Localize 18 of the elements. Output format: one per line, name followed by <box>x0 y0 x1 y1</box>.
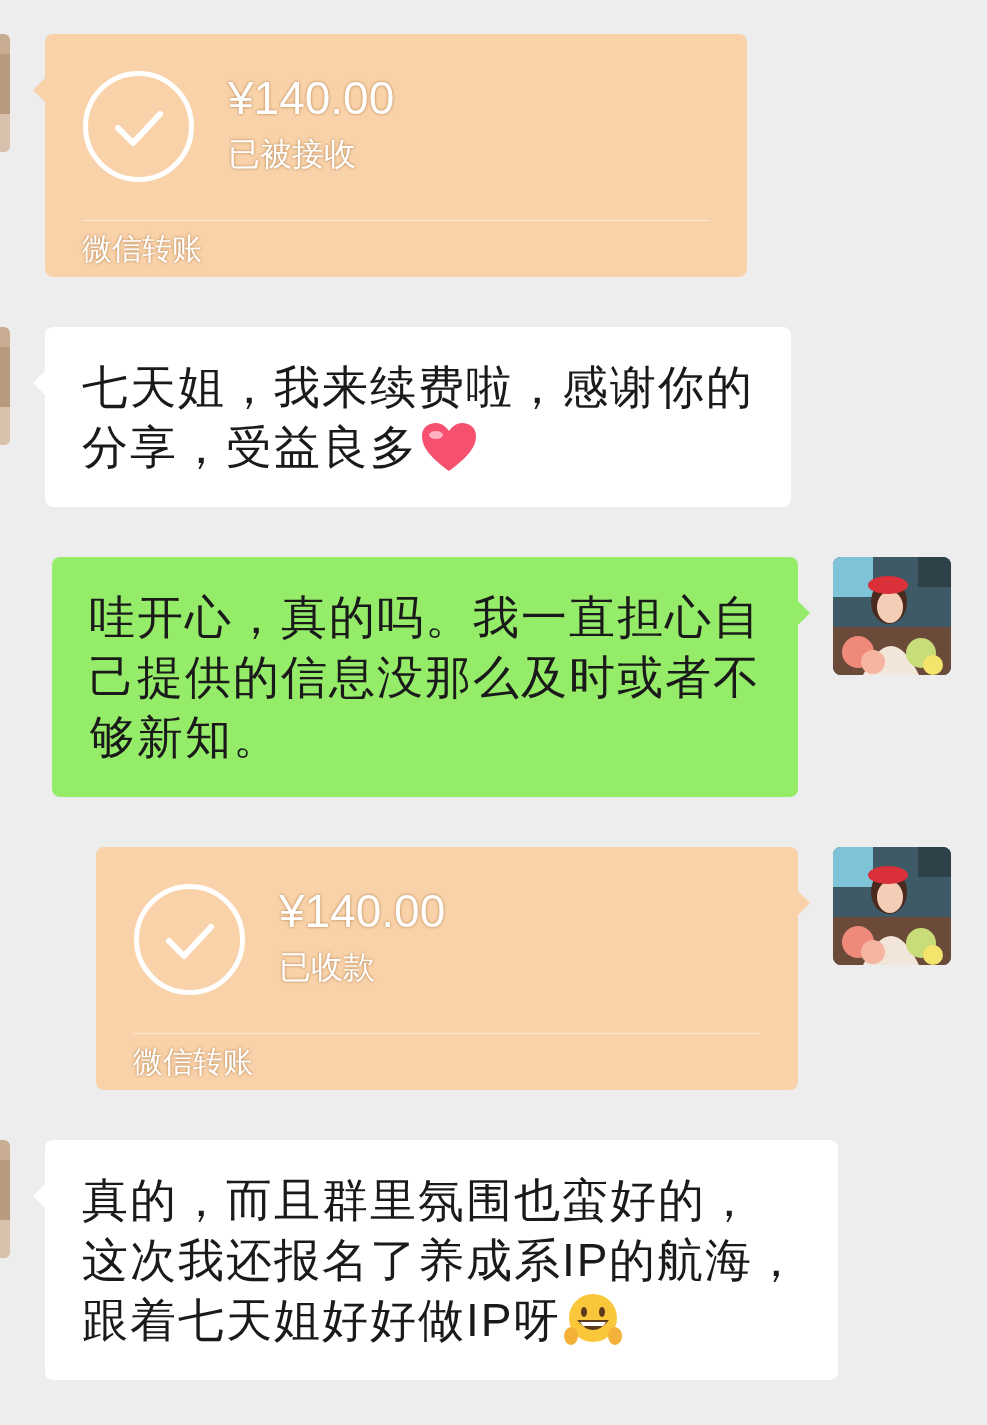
check-circle-icon <box>82 70 195 183</box>
message-text: 分享，受益良多 <box>82 420 418 475</box>
transfer-card[interactable]: ¥140.00 已被接收 微信转账 <box>45 34 747 277</box>
transfer-status: 已被接收 <box>228 135 356 174</box>
transfer-status: 已收款 <box>279 948 375 987</box>
transfer-card[interactable]: ¥140.00 已收款 微信转账 <box>96 847 798 1090</box>
message-text: 七天姐，我来续费啦，感谢你的 <box>82 360 754 415</box>
transfer-amount: ¥140.00 <box>279 884 446 939</box>
check-circle-icon <box>133 883 246 996</box>
message-text: 够新知。 <box>89 710 281 765</box>
message-text: 跟着七天姐好好做IP呀 <box>82 1293 562 1348</box>
transfer-label: 微信转账 <box>82 231 202 267</box>
message-text: 真的，而且群里氛围也蛮好的， <box>82 1173 754 1228</box>
message-text: 己提供的信息没那么及时或者不 <box>89 650 761 705</box>
transfer-label: 微信转账 <box>133 1044 253 1080</box>
message-text: 哇开心，真的吗。我一直担心自 <box>89 590 761 645</box>
message-text: 这次我还报名了养成系IP的航海， <box>82 1233 802 1288</box>
transfer-amount: ¥140.00 <box>228 71 395 126</box>
